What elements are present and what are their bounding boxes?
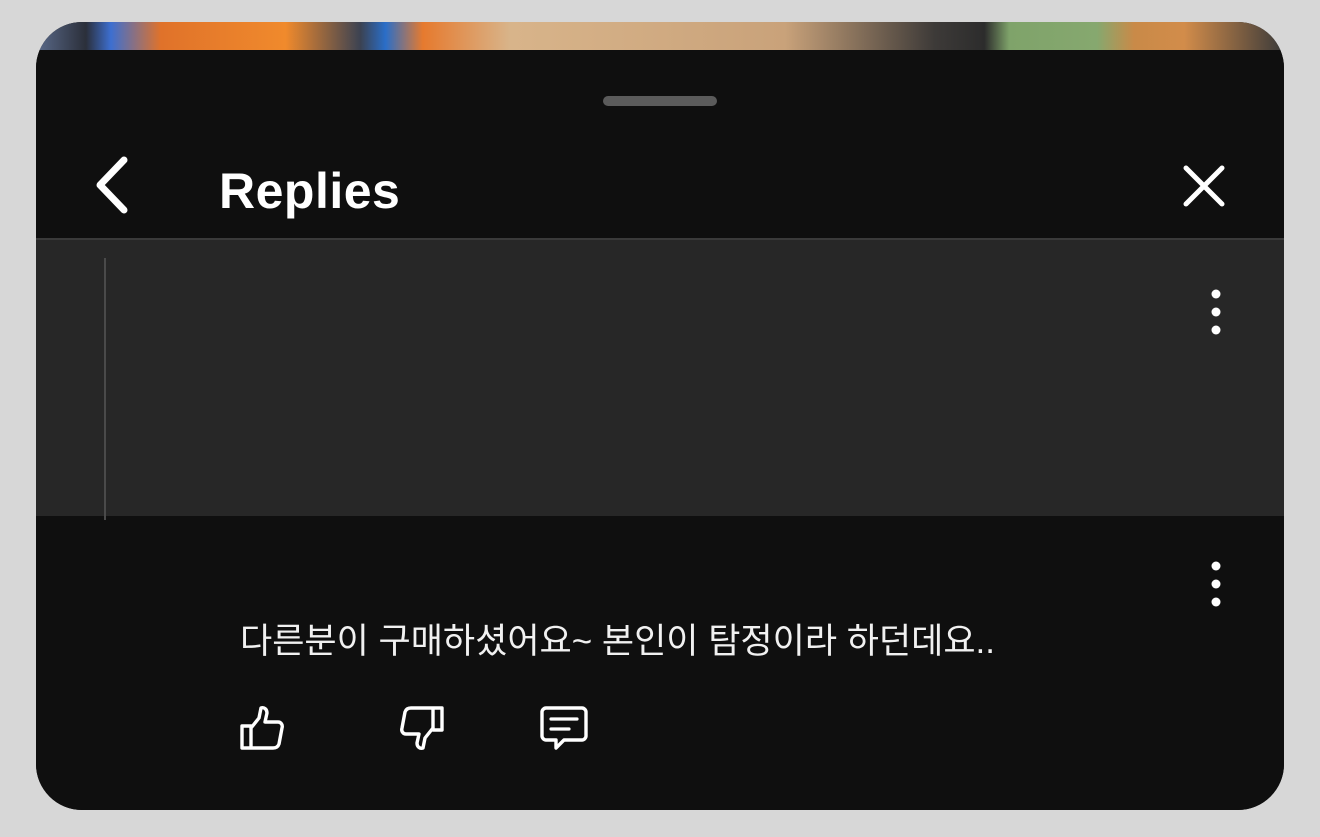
more-vertical-icon xyxy=(1211,289,1221,335)
replies-sheet: Replies 다른분이 구매하셨어요~ 본인이 탐정이라 하던데요.. xyxy=(36,50,1284,810)
comment-icon xyxy=(540,706,588,750)
page-title: Replies xyxy=(219,163,401,219)
dislike-button[interactable] xyxy=(394,700,450,756)
phone-screen: Replies 다른분이 구매하셨어요~ 본인이 탐정이라 하던데요.. xyxy=(36,22,1284,810)
back-button[interactable] xyxy=(84,150,144,220)
parent-comment-more-button[interactable] xyxy=(1196,284,1236,340)
sheet-drag-handle[interactable] xyxy=(603,96,717,106)
reply-item: 다른분이 구매하셨어요~ 본인이 탐정이라 하던데요.. xyxy=(36,516,1284,810)
video-player-peek[interactable] xyxy=(36,22,1284,50)
reply-more-button[interactable] xyxy=(1196,556,1236,612)
more-vertical-icon xyxy=(1211,561,1221,607)
thumbs-up-icon xyxy=(240,706,284,750)
thread-line xyxy=(104,258,106,520)
chevron-left-icon xyxy=(96,156,128,214)
reply-text: 다른분이 구매하셨어요~ 본인이 탐정이라 하던데요.. xyxy=(240,622,995,661)
close-button[interactable] xyxy=(1174,156,1234,216)
like-button[interactable] xyxy=(234,700,290,756)
replies-header: Replies xyxy=(36,130,1284,238)
reply-button[interactable] xyxy=(536,700,592,756)
close-icon xyxy=(1183,165,1225,207)
parent-comment xyxy=(36,240,1284,520)
thumbs-down-icon xyxy=(400,706,444,750)
